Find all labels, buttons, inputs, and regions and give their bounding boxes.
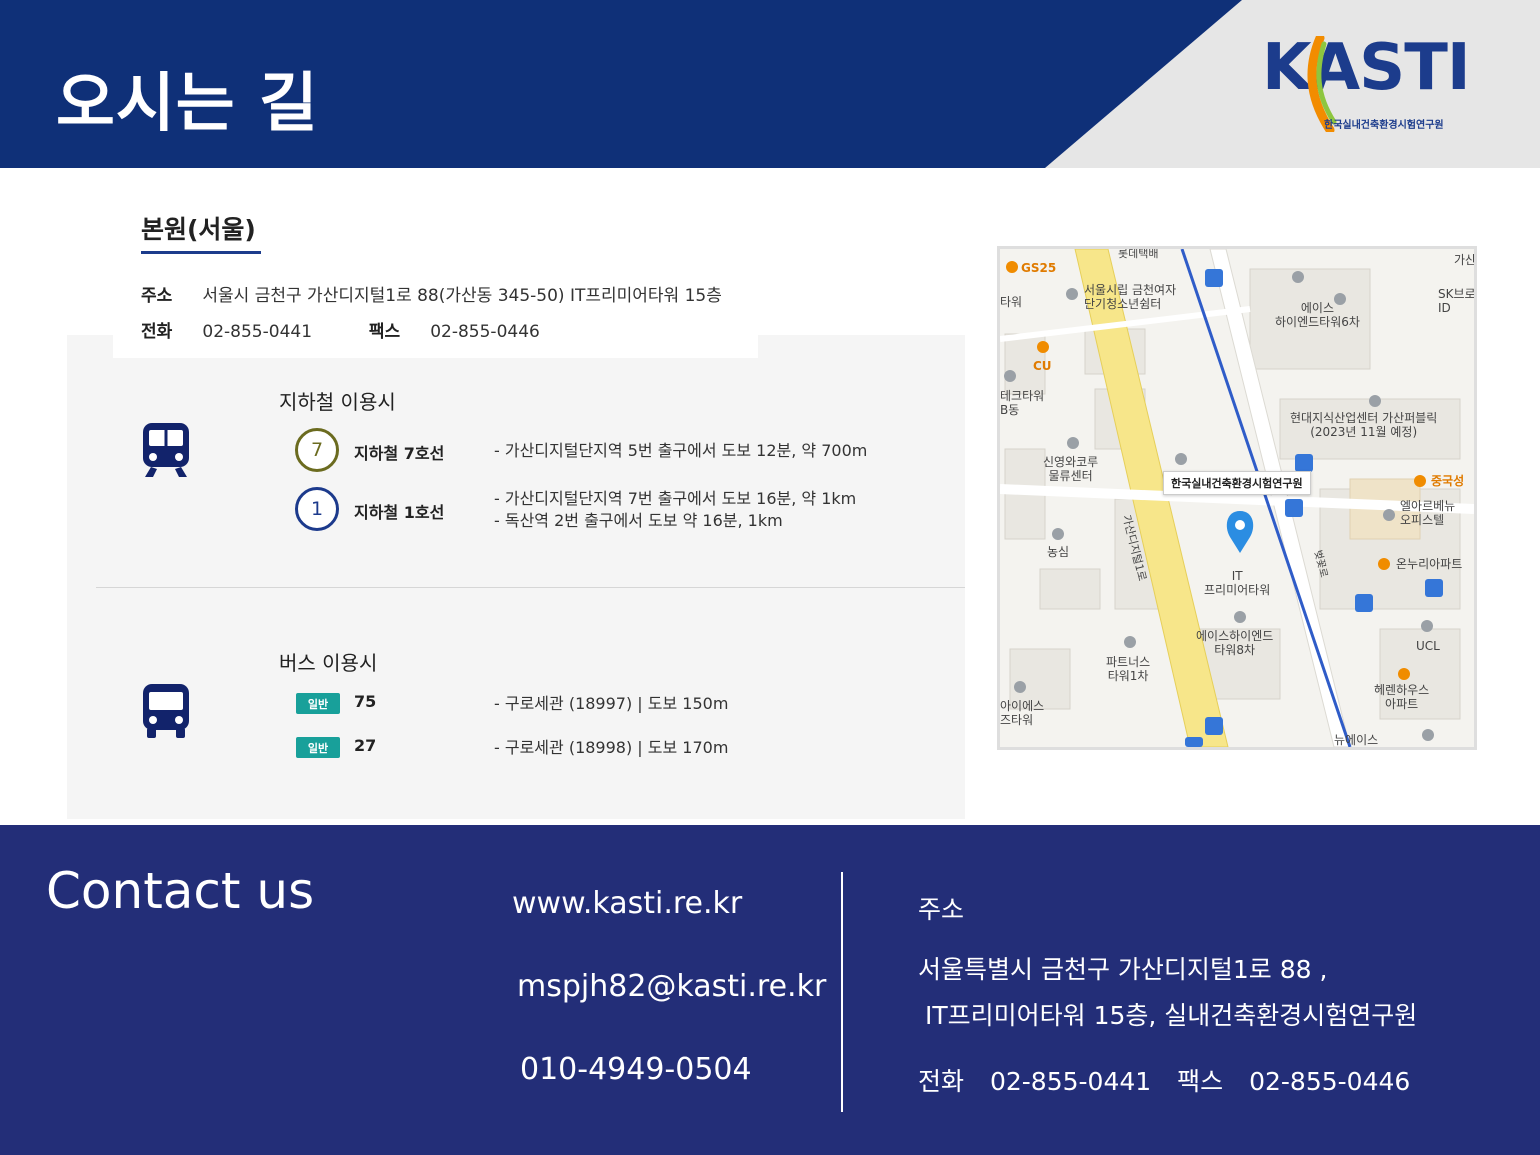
map-label-cu: CU	[1033, 359, 1052, 373]
branch-tel-row: 전화 02-855-0441 팩스 02-855-0446	[141, 317, 540, 342]
map-label-sk: SK브로 ID	[1438, 287, 1476, 315]
map-label-aies: 아이에스 즈타워	[1000, 699, 1045, 727]
tel-label: 전화	[141, 322, 173, 342]
footer-address-line1: 서울특별시 금천구 가산디지털1로 88 ,	[918, 955, 1328, 984]
subway-icon	[143, 423, 189, 477]
bus-route-number: 75	[354, 692, 377, 711]
bus-icon	[143, 684, 189, 738]
map-label-gs25: GS25	[1021, 261, 1057, 275]
page-title: 오시는 길	[56, 67, 319, 141]
map-label-ucl: UCL	[1416, 639, 1440, 653]
contact-email-link[interactable]: mspjh82@kasti.re.kr	[517, 969, 826, 1004]
footer-fax-label: 팩스	[1177, 1067, 1224, 1096]
map-label-onnuri: 온누리아파트	[1396, 557, 1463, 571]
subway-line-badge: 1	[295, 487, 339, 531]
map-label-lotte: 롯데택배	[1118, 247, 1159, 260]
footer-tel-label: 전화	[918, 1067, 965, 1096]
footer-tel-row: 전화 02-855-0441 팩스 02-855-0446	[918, 1062, 1410, 1098]
footer-address-line2: IT프리미어타워 15층, 실내건축환경시험연구원	[925, 1001, 1418, 1030]
bus-section-title: 버스 이용시	[279, 651, 378, 675]
contact-title: Contact us	[46, 862, 315, 920]
bus-route-description: - 구로세관 (18998) | 도보 170m	[494, 738, 729, 757]
subway-section-title: 지하철 이용시	[279, 390, 396, 414]
subway-line-name: 지하철 1호선	[354, 503, 445, 522]
kasti-logo: KASTI 한국실내건축환경시험연구원	[1262, 36, 1471, 132]
footer-divider	[841, 872, 843, 1112]
map-label-it-tower: IT 프리미어타워	[1204, 569, 1271, 597]
map-callout-kasti: 한국실내건축환경시험연구원	[1163, 471, 1311, 495]
map-label-youth-shelter: 서울시립 금천여자 단기청소년쉼터	[1084, 283, 1177, 311]
fax-value: 02-855-0446	[430, 322, 540, 342]
branch-title: 본원(서울)	[141, 215, 256, 244]
tel-value: 02-855-0441	[202, 322, 313, 342]
bus-route-number: 27	[354, 736, 377, 755]
map-label-techtower: 테크타워 B동	[1000, 389, 1045, 417]
map-label-china: 중국성	[1431, 474, 1465, 488]
map-label-aceshigh6: 에이스 하이엔드타워6차	[1275, 301, 1360, 329]
map-label-nongshim: 농심	[1047, 545, 1070, 559]
map-label-tower-left: 타워	[1000, 295, 1023, 309]
branch-address-row: 주소 서울시 금천구 가산디지털1로 88(가산동 345-50) IT프리미어…	[141, 281, 722, 306]
subway-line-badge: 7	[295, 428, 339, 472]
footer-fax-value: 02-855-0446	[1249, 1067, 1411, 1096]
map-label-aceshigh8: 에이스하이엔드 타워8차	[1196, 629, 1274, 657]
branch-title-underline	[141, 251, 261, 254]
bus-route-description: - 구로세관 (18997) | 도보 150m	[494, 694, 729, 713]
map-label-partners: 파트너스 타워1차	[1106, 655, 1151, 683]
section-divider	[96, 587, 965, 588]
logo-subtitle: 한국실내건축환경시험연구원	[1324, 120, 1444, 131]
map-label-helen: 헤렌하우스 아파트	[1374, 683, 1430, 711]
footer-address-label: 주소	[918, 895, 965, 924]
map-graphic	[1000, 249, 1474, 747]
subway-line-name: 지하철 7호선	[354, 444, 445, 463]
address-label: 주소	[141, 286, 173, 306]
footer-tel-value: 02-855-0441	[989, 1067, 1152, 1096]
contact-website-link[interactable]: www.kasti.re.kr	[512, 886, 742, 921]
subway-line-description: - 가산디지털단지역 5번 출구에서 도보 12분, 약 700m	[494, 441, 868, 460]
map-label-sinyoung: 신영와코루 물류센터	[1043, 455, 1099, 483]
location-map[interactable]: 롯데택배 가산 GS25 서울시립 금천여자 단기청소년쉼터 타워 에이스 하이…	[997, 246, 1477, 750]
map-label-hyundai: 현대지식산업센터 가산퍼블릭 (2023년 11월 예정)	[1290, 411, 1438, 439]
subway-line-description: - 가산디지털단지역 7번 출구에서 도보 16분, 약 1km	[494, 489, 857, 508]
map-label-newace: 뉴에이스	[1334, 733, 1379, 747]
address-value: 서울시 금천구 가산디지털1로 88(가산동 345-50) IT프리미어타워 …	[202, 286, 722, 306]
bus-type-tag: 일반	[296, 737, 340, 758]
map-label-elarbe: 엘아르베뉴 오피스텔	[1400, 499, 1456, 527]
contact-phone[interactable]: 010-4949-0504	[520, 1052, 752, 1087]
bus-type-tag: 일반	[296, 693, 340, 714]
map-label-gasan-top: 가산	[1454, 253, 1477, 267]
fax-label: 팩스	[368, 322, 401, 342]
subway-line-description: - 독산역 2번 출구에서 도보 약 16분, 1km	[494, 511, 783, 530]
